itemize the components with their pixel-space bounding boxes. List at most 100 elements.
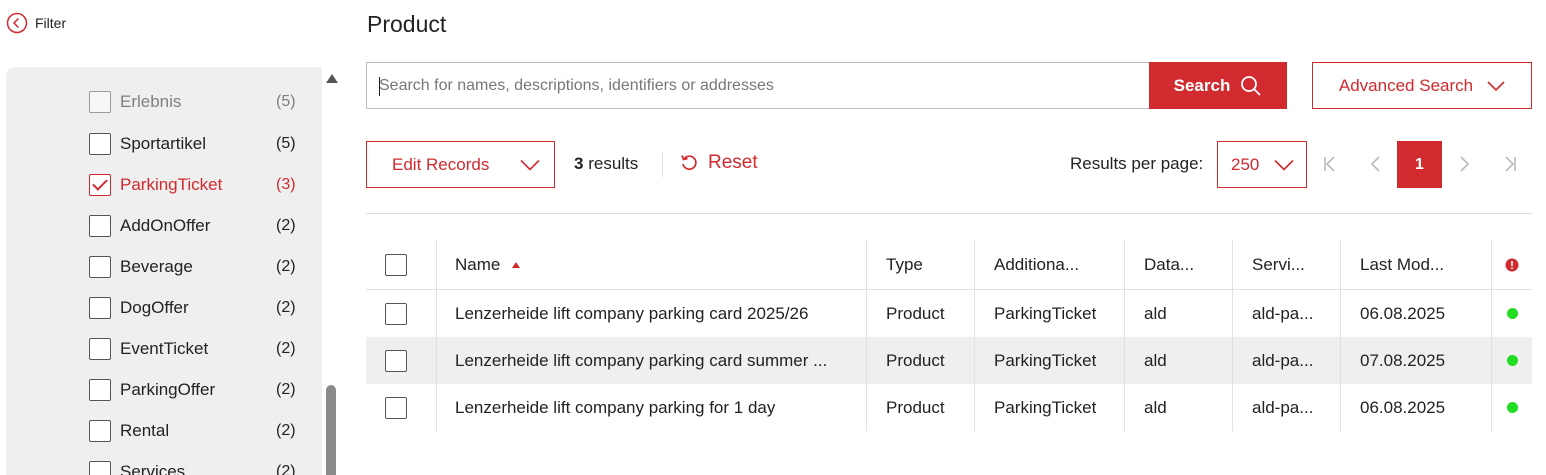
- results-number: 3: [574, 154, 584, 173]
- search-button[interactable]: Search: [1149, 62, 1287, 109]
- facet-label: Erlebnis: [120, 92, 182, 111]
- column-header-label: Data...: [1144, 254, 1195, 274]
- cell-last-modified: 06.08.2025: [1340, 384, 1491, 431]
- chevron-right-icon: [1460, 156, 1470, 172]
- column-header-type[interactable]: Type: [866, 240, 974, 289]
- cell-name[interactable]: Lenzerheide lift company parking card su…: [436, 337, 866, 384]
- facet-count: (2): [276, 217, 296, 234]
- facet-eventticket[interactable]: EventTicket (2): [6, 334, 322, 364]
- column-header-last-modified[interactable]: Last Mod...: [1340, 240, 1491, 289]
- facet-checkbox[interactable]: [89, 420, 111, 442]
- facet-checkbox[interactable]: [89, 379, 111, 401]
- row-checkbox[interactable]: [385, 302, 407, 325]
- advanced-search-button[interactable]: Advanced Search: [1312, 62, 1532, 109]
- next-page-button[interactable]: [1453, 152, 1477, 176]
- cell-text: Lenzerheide lift company parking card 20…: [455, 303, 809, 323]
- column-header-data[interactable]: Data...: [1124, 240, 1232, 289]
- table-header-row: Name Type Additiona... Data... Servi... …: [366, 240, 1532, 290]
- facet-checkbox[interactable]: [89, 174, 111, 196]
- column-header-additional[interactable]: Additiona...: [974, 240, 1124, 289]
- facet-checkbox[interactable]: [89, 215, 111, 237]
- results-per-page-select[interactable]: 250: [1217, 141, 1307, 188]
- row-select-cell: [366, 290, 436, 337]
- previous-page-button[interactable]: [1363, 152, 1387, 176]
- table-row[interactable]: Lenzerheide lift company parking card 20…: [366, 290, 1532, 337]
- facet-label: Rental: [120, 421, 170, 440]
- facet-label: EventTicket: [120, 339, 209, 358]
- column-header-label: Last Mod...: [1360, 254, 1445, 274]
- row-select-cell: [366, 337, 436, 384]
- first-page-icon: [1324, 156, 1335, 172]
- edit-records-dropdown[interactable]: Edit Records: [366, 141, 555, 188]
- facet-parkingticket[interactable]: ParkingTicket (3): [6, 170, 322, 200]
- filter-back-label: Filter: [35, 15, 67, 31]
- scroll-up-arrow-icon[interactable]: [326, 74, 338, 83]
- chevron-down-icon: [520, 159, 540, 171]
- sort-ascending-icon: [512, 261, 521, 268]
- results-per-page-label: Results per page:: [1070, 154, 1204, 173]
- column-header-status: [1491, 240, 1532, 289]
- chevron-left-circle-icon: [6, 12, 28, 34]
- facet-erlebnis[interactable]: Erlebnis (5): [6, 87, 322, 117]
- facet-checkbox[interactable]: [89, 297, 111, 319]
- cell-additional: ParkingTicket: [974, 290, 1124, 337]
- cell-status: [1491, 337, 1532, 384]
- facet-checkbox[interactable]: [89, 91, 111, 113]
- cell-last-modified: 06.08.2025: [1340, 290, 1491, 337]
- facet-rental[interactable]: Rental (2): [6, 416, 322, 446]
- column-header-label: Additiona...: [994, 254, 1080, 274]
- table-row[interactable]: Lenzerheide lift company parking for 1 d…: [366, 384, 1532, 431]
- facet-addonoffer[interactable]: AddOnOffer (2): [6, 211, 322, 241]
- first-page-button[interactable]: [1318, 152, 1342, 176]
- results-count: 3 results: [574, 154, 638, 174]
- filter-back-link[interactable]: Filter: [6, 12, 66, 34]
- cell-type: Product: [866, 337, 974, 384]
- column-header-name[interactable]: Name: [436, 240, 866, 289]
- facet-count: (3): [276, 176, 296, 193]
- cell-text: ald: [1144, 350, 1167, 370]
- cell-additional: ParkingTicket: [974, 337, 1124, 384]
- current-page-button[interactable]: 1: [1397, 141, 1442, 188]
- select-all-checkbox[interactable]: [385, 253, 407, 276]
- cell-text: ald: [1144, 397, 1167, 417]
- facet-label: Services: [120, 462, 186, 475]
- cell-text: ald: [1144, 303, 1167, 323]
- column-header-service[interactable]: Servi...: [1232, 240, 1340, 289]
- facet-services[interactable]: Services (2): [6, 457, 322, 475]
- cell-text: ald-pa...: [1252, 397, 1314, 417]
- cell-type: Product: [866, 384, 974, 431]
- header-select-cell: [366, 240, 436, 289]
- facet-sportartikel[interactable]: Sportartikel (5): [6, 129, 322, 159]
- search-box[interactable]: [366, 62, 1150, 109]
- facet-count: (5): [276, 93, 296, 110]
- facet-checkbox[interactable]: [89, 461, 111, 475]
- cell-text: ParkingTicket: [994, 397, 1097, 417]
- table-row[interactable]: Lenzerheide lift company parking card su…: [366, 337, 1532, 384]
- last-page-button[interactable]: [1498, 152, 1522, 176]
- search-icon: [1241, 75, 1261, 96]
- sidebar-scroll-thumb[interactable]: [326, 385, 336, 475]
- text-caret: [379, 77, 380, 96]
- cell-text: ParkingTicket: [994, 303, 1097, 323]
- cell-name[interactable]: Lenzerheide lift company parking for 1 d…: [436, 384, 866, 431]
- facet-checkbox[interactable]: [89, 338, 111, 360]
- facet-parkingoffer[interactable]: ParkingOffer (2): [6, 375, 322, 405]
- row-checkbox[interactable]: [385, 349, 407, 372]
- facet-label: AddOnOffer: [120, 216, 211, 235]
- reset-button[interactable]: Reset: [680, 152, 758, 174]
- facet-checkbox[interactable]: [89, 256, 111, 278]
- advanced-search-label: Advanced Search: [1338, 75, 1474, 95]
- facet-checkbox[interactable]: [89, 133, 111, 155]
- column-header-label: Name: [455, 254, 501, 274]
- row-checkbox[interactable]: [385, 396, 407, 419]
- search-input[interactable]: [367, 63, 1150, 108]
- cell-name[interactable]: Lenzerheide lift company parking card 20…: [436, 290, 866, 337]
- facet-dogoffer[interactable]: DogOffer (2): [6, 293, 322, 323]
- facet-label: Sportartikel: [120, 134, 206, 153]
- facet-count: (2): [276, 258, 296, 275]
- cell-text: 06.08.2025: [1360, 303, 1446, 323]
- facet-label: DogOffer: [120, 298, 189, 317]
- column-header-label: Servi...: [1252, 254, 1305, 274]
- reset-icon: [681, 155, 697, 171]
- facet-beverage[interactable]: Beverage (2): [6, 252, 322, 282]
